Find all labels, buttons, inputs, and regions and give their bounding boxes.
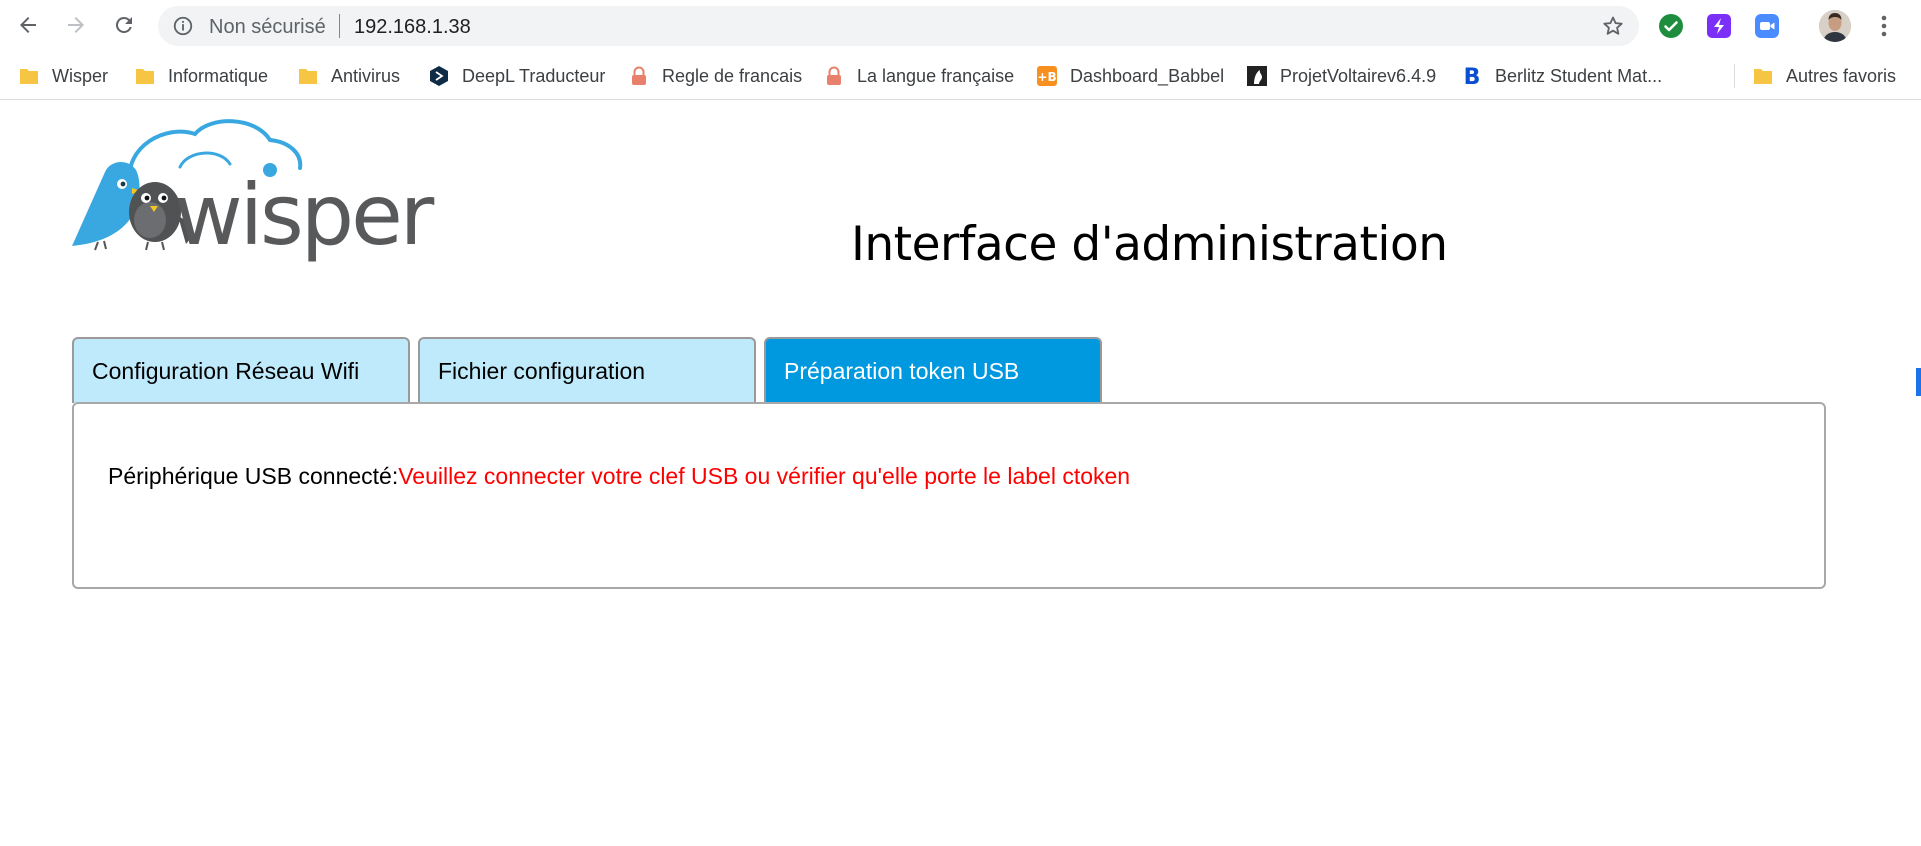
- back-arrow-icon: [20, 17, 36, 33]
- url-text[interactable]: 192.168.1.38: [354, 16, 471, 39]
- voltaire-icon: [1247, 66, 1267, 86]
- bookmark-informatique[interactable]: Informatique: [134, 62, 268, 90]
- usb-error-message: Veuillez connecter votre clef USB ou vér…: [398, 463, 1131, 489]
- tab-content-panel: Périphérique USB connecté:Veuillez conne…: [72, 402, 1826, 589]
- tab-preparation-token-usb[interactable]: Préparation token USB: [764, 337, 1102, 403]
- tab-fichier-configuration[interactable]: Fichier configuration: [418, 337, 756, 403]
- tab-label: Configuration Réseau Wifi: [92, 357, 360, 384]
- usb-status-label: Périphérique USB connecté:: [108, 463, 399, 489]
- bookmarks-divider: [1734, 64, 1735, 88]
- forward-arrow-icon: [68, 17, 84, 33]
- address-separator: [339, 14, 340, 38]
- browser-menu-icon[interactable]: [1872, 12, 1896, 40]
- bookmark-deepl[interactable]: DeepL Traducteur: [428, 62, 605, 90]
- avatar-photo-icon: [1819, 10, 1851, 42]
- bookmark-antivirus[interactable]: Antivirus: [297, 62, 400, 90]
- folder-icon: [299, 69, 317, 84]
- folder-icon: [1754, 69, 1772, 84]
- info-icon[interactable]: [172, 15, 194, 37]
- bookmark-berlitz[interactable]: B Berlitz Student Mat...: [1461, 62, 1662, 90]
- usb-status-line: Périphérique USB connecté:Veuillez conne…: [108, 463, 1130, 490]
- zoom-extension-icon[interactable]: [1754, 13, 1780, 39]
- scrollbar-marker[interactable]: [1916, 368, 1921, 396]
- bookmark-other-favorites[interactable]: Autres favoris: [1752, 62, 1896, 90]
- wisper-logo: wisper: [72, 119, 436, 262]
- logo-wordmark: wisper: [174, 166, 435, 262]
- bookmark-regle-de-francais[interactable]: Regle de francais: [628, 62, 802, 90]
- berlitz-icon: B: [1464, 65, 1481, 87]
- profile-avatar[interactable]: [1819, 10, 1851, 42]
- deepl-icon: [430, 66, 448, 86]
- folder-icon: [20, 69, 38, 84]
- babbel-icon: +B: [1037, 66, 1057, 86]
- svg-text:B: B: [1464, 65, 1481, 87]
- back-button[interactable]: [11, 8, 45, 42]
- tab-label: Préparation token USB: [784, 357, 1020, 384]
- bookmark-wisper[interactable]: Wisper: [18, 62, 108, 90]
- forward-button[interactable]: [59, 8, 93, 42]
- purple-extension-icon[interactable]: [1706, 13, 1732, 39]
- browser-toolbar: Non sécurisé 192.168.1.38: [0, 0, 1921, 52]
- check-extension-icon[interactable]: [1658, 13, 1684, 39]
- page-title: Interface d'administration: [851, 217, 1448, 272]
- bookmark-star-icon[interactable]: [1601, 14, 1625, 38]
- reload-icon: [115, 16, 132, 33]
- tab-label: Fichier configuration: [438, 357, 646, 384]
- bookmarks-bar: Wisper Informatique Antivirus DeepL Trad…: [0, 52, 1921, 100]
- bookmark-dashboard-babbel[interactable]: +B Dashboard_Babbel: [1036, 62, 1224, 90]
- tab-configuration-reseau-wifi[interactable]: Configuration Réseau Wifi: [72, 337, 410, 403]
- folder-icon: [136, 69, 154, 84]
- reload-button[interactable]: [107, 8, 141, 42]
- lock-icon: [632, 66, 646, 85]
- svg-text:+B: +B: [1037, 70, 1056, 84]
- address-bar[interactable]: Non sécurisé 192.168.1.38: [158, 6, 1639, 46]
- bookmark-la-langue-francaise[interactable]: La langue française: [823, 62, 1014, 90]
- bookmark-projet-voltaire[interactable]: ProjetVoltairev6.4.9: [1246, 62, 1436, 90]
- security-label[interactable]: Non sécurisé: [209, 16, 326, 39]
- lock-icon: [827, 66, 841, 85]
